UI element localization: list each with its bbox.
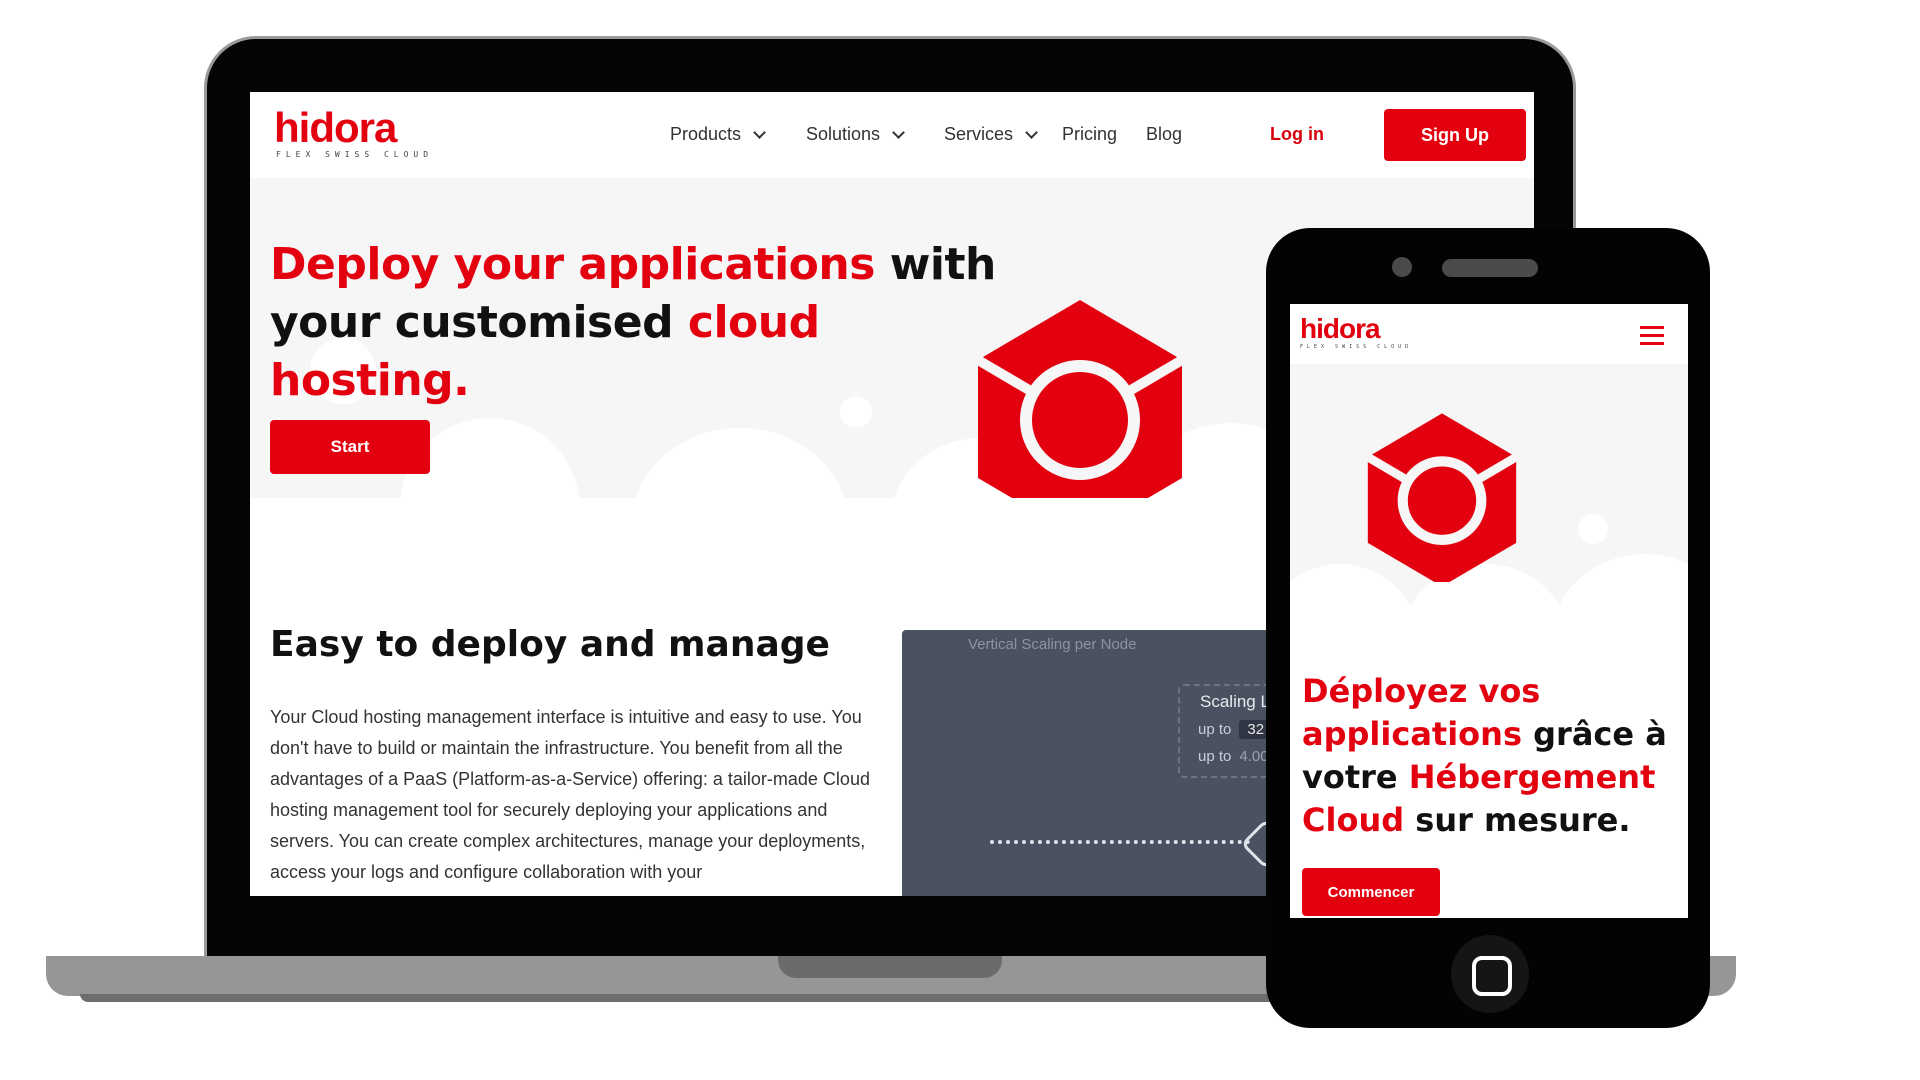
mobile-hero [1290, 364, 1688, 664]
hidora-logo[interactable]: hidora FLEX SWISS CLOUD [1300, 313, 1413, 351]
nav-item-label: Pricing [1062, 124, 1118, 144]
phone-speaker [1442, 259, 1538, 277]
logo-wordmark: hidora [1300, 313, 1381, 344]
commencer-button[interactable]: Commencer [1302, 868, 1440, 916]
hidora-cube-icon [1365, 413, 1519, 582]
nav-item-products[interactable]: Products [670, 124, 766, 145]
mobile-navigation: hidora FLEX SWISS CLOUD [1290, 304, 1688, 364]
nav-item-blog[interactable]: Blog [1146, 124, 1182, 145]
section-body: Your Cloud hosting management interface … [270, 707, 870, 882]
scaling-limits-label: Scaling L [1200, 692, 1270, 711]
nav-item-pricing[interactable]: Pricing [1062, 124, 1117, 145]
nav-item-label: Products [670, 124, 742, 144]
laptop-notch [778, 956, 1002, 978]
scaling-row-1-prefix: up to [1198, 721, 1232, 738]
hidora-logo[interactable]: hidora FLEX SWISS CLOUD [274, 104, 434, 160]
nav-item-label: Blog [1146, 124, 1183, 144]
nav-item-services[interactable]: Services [944, 124, 1038, 145]
scaling-row-2-prefix: up to [1198, 748, 1232, 765]
chevron-down-icon [753, 126, 766, 139]
start-button[interactable]: Start [270, 420, 430, 474]
logo-tagline: FLEX SWISS CLOUD [1300, 344, 1413, 350]
section-title: Easy to deploy and manage [270, 624, 830, 665]
hero-title: Deploy your applications with your custo… [270, 236, 1030, 410]
logo-wordmark: hidora [274, 104, 397, 151]
scaling-panel-title: Vertical Scaling per Node [968, 636, 1137, 653]
mobile-hero-title: Déployez vos applications grâce à votre … [1302, 670, 1682, 842]
nav-item-label: Solutions [806, 124, 881, 144]
scaling-row-2: up to 4.00 [1198, 748, 1269, 765]
cloud-decoration [1578, 514, 1608, 544]
phone-camera [1392, 257, 1412, 277]
vertical-scaling-panel: Vertical Scaling per Node Scaling L up t… [902, 630, 1322, 896]
signup-button[interactable]: Sign Up [1384, 109, 1526, 161]
logo-tagline: FLEX SWISS CLOUD [276, 150, 434, 159]
chevron-down-icon [1025, 126, 1038, 139]
scaling-row-2-value: 4.00 [1239, 748, 1269, 765]
mobile-title-dark-2: sur mesure. [1404, 801, 1631, 839]
login-link[interactable]: Log in [1270, 124, 1324, 145]
cloud-decoration [1550, 554, 1688, 664]
phone-screen: hidora FLEX SWISS CLOUD Déployez vos app… [1290, 304, 1688, 918]
cloud-decoration [630, 428, 850, 498]
nav-item-label: Services [944, 124, 1014, 144]
nav-item-solutions[interactable]: Solutions [806, 124, 905, 145]
hamburger-menu-icon[interactable] [1640, 326, 1664, 346]
scaling-slider-track[interactable] [990, 840, 1250, 844]
hero-title-red-1: Deploy your applications [270, 239, 875, 290]
scaling-row-1: up to 32 [1198, 720, 1273, 739]
home-button-glyph [1472, 956, 1512, 996]
mobile-title-red-1: Déployez vos applications [1302, 672, 1541, 753]
chevron-down-icon [892, 126, 905, 139]
top-navigation: hidora FLEX SWISS CLOUD Products Solutio… [250, 92, 1534, 178]
